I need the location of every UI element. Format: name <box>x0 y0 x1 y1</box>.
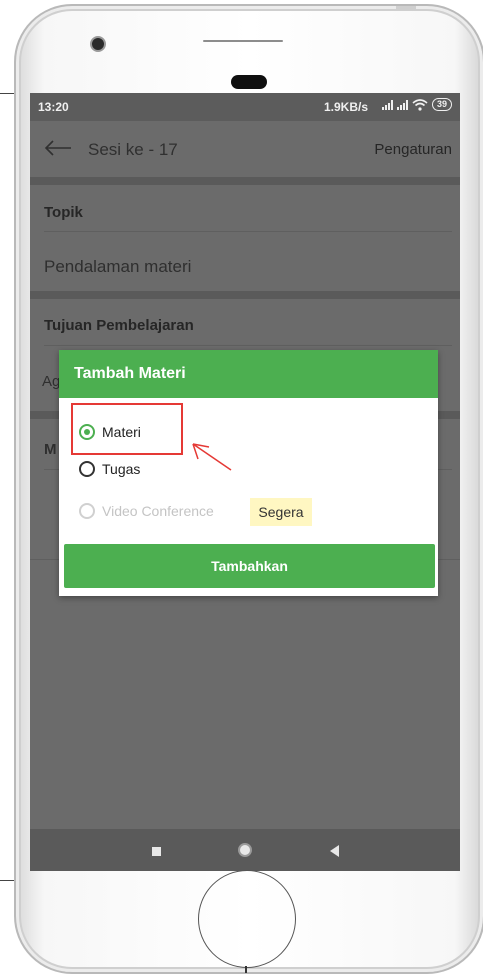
arrow-left-icon[interactable] <box>44 139 72 157</box>
app-bar: Sesi ke - 17 Pengaturan <box>30 121 460 177</box>
objective-value: Ag <box>42 373 61 390</box>
option-label: Tugas <box>102 461 141 477</box>
system-nav-bar <box>30 829 460 871</box>
speaker-grille <box>203 40 283 42</box>
coming-soon-badge: Segera <box>250 498 312 526</box>
add-button[interactable]: Tambahkan <box>64 544 435 588</box>
annotation-highlight-box <box>71 403 183 455</box>
sensor-pill <box>231 75 267 89</box>
row-divider <box>44 345 452 346</box>
signal-icon <box>381 99 393 110</box>
annotation-arrow-icon <box>192 443 232 471</box>
status-time: 13:20 <box>38 100 69 114</box>
section-divider <box>30 291 460 299</box>
topic-label: Topik <box>44 204 83 221</box>
home-guide-tick <box>245 966 247 973</box>
dialog-title: Tambah Materi <box>74 365 186 382</box>
settings-link[interactable]: Pengaturan <box>374 141 452 158</box>
square-icon[interactable] <box>152 847 161 856</box>
objective-label: Tujuan Pembelajaran <box>44 317 194 334</box>
network-rate: 1.9KB/s <box>323 100 368 114</box>
option-tugas[interactable]: Tugas <box>79 461 140 477</box>
section-divider <box>30 177 460 185</box>
front-camera <box>90 36 106 52</box>
radio-unchecked-icon[interactable] <box>79 461 95 477</box>
status-icons: 39 <box>381 98 452 111</box>
add-material-dialog: Tambah Materi Materi Tugas Video Confere… <box>59 350 438 596</box>
side-button <box>396 6 416 9</box>
dialog-header: Tambah Materi <box>59 350 438 398</box>
signal-icon <box>396 99 408 110</box>
row-divider <box>44 231 452 232</box>
status-bar: 13:20 1.9KB/s 39 <box>30 93 460 121</box>
triangle-back-icon[interactable] <box>330 845 339 857</box>
radio-disabled-icon <box>79 503 95 519</box>
circle-icon[interactable] <box>238 843 252 857</box>
page-title: Sesi ke - 17 <box>88 140 178 159</box>
option-video-conference: Video Conference <box>79 503 214 519</box>
next-section-label: M <box>44 441 57 458</box>
battery-icon: 39 <box>431 98 452 111</box>
option-label: Video Conference <box>102 503 214 519</box>
home-button[interactable] <box>198 870 296 968</box>
topic-value: Pendalaman materi <box>44 257 192 276</box>
wifi-icon <box>412 98 428 111</box>
